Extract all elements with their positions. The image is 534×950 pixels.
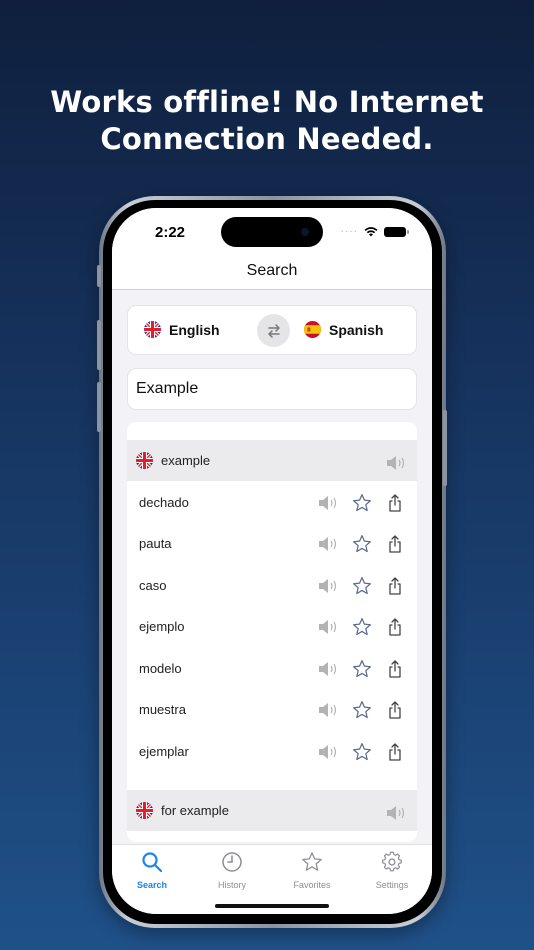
tab-label: History — [217, 880, 246, 890]
share-icon[interactable] — [384, 699, 405, 720]
navigation-bar: Search — [112, 258, 432, 290]
speaker-icon[interactable] — [386, 802, 407, 823]
tab-favorites[interactable]: Favorites — [272, 851, 352, 890]
tab-bar: Search History Favorites Settings — [112, 844, 432, 914]
tab-label: Search — [136, 880, 168, 890]
translation-row[interactable]: caso — [127, 565, 417, 606]
results-list: example dechado pauta caso ejemplo model… — [127, 422, 417, 842]
speaker-icon[interactable] — [386, 452, 407, 473]
source-language-label: English — [169, 321, 220, 338]
translation-row[interactable]: muestra — [127, 689, 417, 730]
translation-text: ejemplo — [139, 619, 185, 634]
translation-text: dechado — [139, 495, 189, 510]
battery-icon — [384, 226, 409, 237]
uk-flag-icon — [136, 802, 153, 819]
promo-headline: Works offline! No Internet Connection Ne… — [0, 84, 534, 158]
star-icon[interactable] — [351, 741, 372, 762]
translation-text: pauta — [139, 536, 172, 551]
target-language-label: Spanish — [329, 321, 384, 338]
star-icon — [302, 852, 322, 871]
phone-screen: 2:22 ···· Search English Spanish Example… — [112, 208, 432, 914]
headline-line-2: Connection Needed. — [100, 122, 434, 156]
star-icon[interactable] — [351, 658, 372, 679]
share-icon[interactable] — [384, 616, 405, 637]
cellular-dots-icon: ···· — [340, 225, 358, 237]
uk-flag-icon — [144, 321, 161, 338]
swap-languages-button[interactable] — [257, 314, 290, 347]
translation-text: caso — [139, 578, 167, 593]
phone-power-button — [443, 410, 447, 486]
translation-text: modelo — [139, 661, 182, 676]
speaker-icon[interactable] — [318, 699, 339, 720]
status-bar: 2:22 ···· — [112, 208, 432, 258]
speaker-icon[interactable] — [318, 658, 339, 679]
clock-icon — [222, 852, 242, 872]
search-input[interactable] — [127, 368, 417, 410]
phone-action-button — [97, 265, 101, 287]
headline-line-1: Works offline! No Internet — [50, 85, 484, 119]
share-icon[interactable] — [384, 533, 405, 554]
wifi-icon — [364, 227, 378, 237]
star-icon[interactable] — [351, 492, 372, 513]
dynamic-island — [221, 217, 323, 247]
tab-history[interactable]: History — [192, 851, 272, 890]
speaker-icon[interactable] — [318, 492, 339, 513]
tab-label: Settings — [375, 880, 409, 890]
share-icon[interactable] — [384, 492, 405, 513]
home-indicator[interactable] — [215, 904, 329, 908]
star-icon[interactable] — [351, 699, 372, 720]
language-selector: English Spanish — [127, 305, 417, 355]
share-icon[interactable] — [384, 741, 405, 762]
translation-text: ejemplar — [139, 744, 189, 759]
camera-icon — [301, 228, 309, 236]
speaker-icon[interactable] — [318, 575, 339, 596]
tab-label: Favorites — [293, 880, 331, 890]
tab-search[interactable]: Search — [112, 851, 192, 890]
translation-text: muestra — [139, 702, 186, 717]
status-time: 2:22 — [155, 224, 186, 241]
translation-row[interactable]: pauta — [127, 523, 417, 564]
speaker-icon[interactable] — [318, 616, 339, 637]
uk-flag-icon — [136, 452, 153, 469]
source-language-button[interactable]: English — [144, 321, 220, 338]
translation-row[interactable]: ejemplar — [127, 731, 417, 772]
swap-arrows-icon — [267, 323, 280, 338]
star-icon[interactable] — [351, 575, 372, 596]
star-icon[interactable] — [351, 533, 372, 554]
result-group-header[interactable]: for example — [127, 790, 417, 831]
share-icon[interactable] — [384, 575, 405, 596]
translation-row[interactable]: ejemplo — [127, 606, 417, 647]
share-icon[interactable] — [384, 658, 405, 679]
star-icon[interactable] — [351, 616, 372, 637]
gear-icon — [382, 851, 402, 872]
result-group-header[interactable]: example — [127, 440, 417, 481]
phone-volume-down-button — [97, 382, 101, 432]
translation-row[interactable]: dechado — [127, 482, 417, 523]
result-term: example — [161, 453, 211, 468]
phone-volume-up-button — [97, 320, 101, 370]
search-icon — [142, 852, 163, 873]
tab-settings[interactable]: Settings — [352, 851, 432, 890]
result-term: for example — [161, 803, 229, 818]
translation-row[interactable]: modelo — [127, 648, 417, 689]
speaker-icon[interactable] — [318, 741, 339, 762]
page-title: Search — [246, 262, 298, 279]
speaker-icon[interactable] — [318, 533, 339, 554]
spain-flag-icon — [304, 321, 321, 338]
target-language-button[interactable]: Spanish — [304, 321, 383, 338]
